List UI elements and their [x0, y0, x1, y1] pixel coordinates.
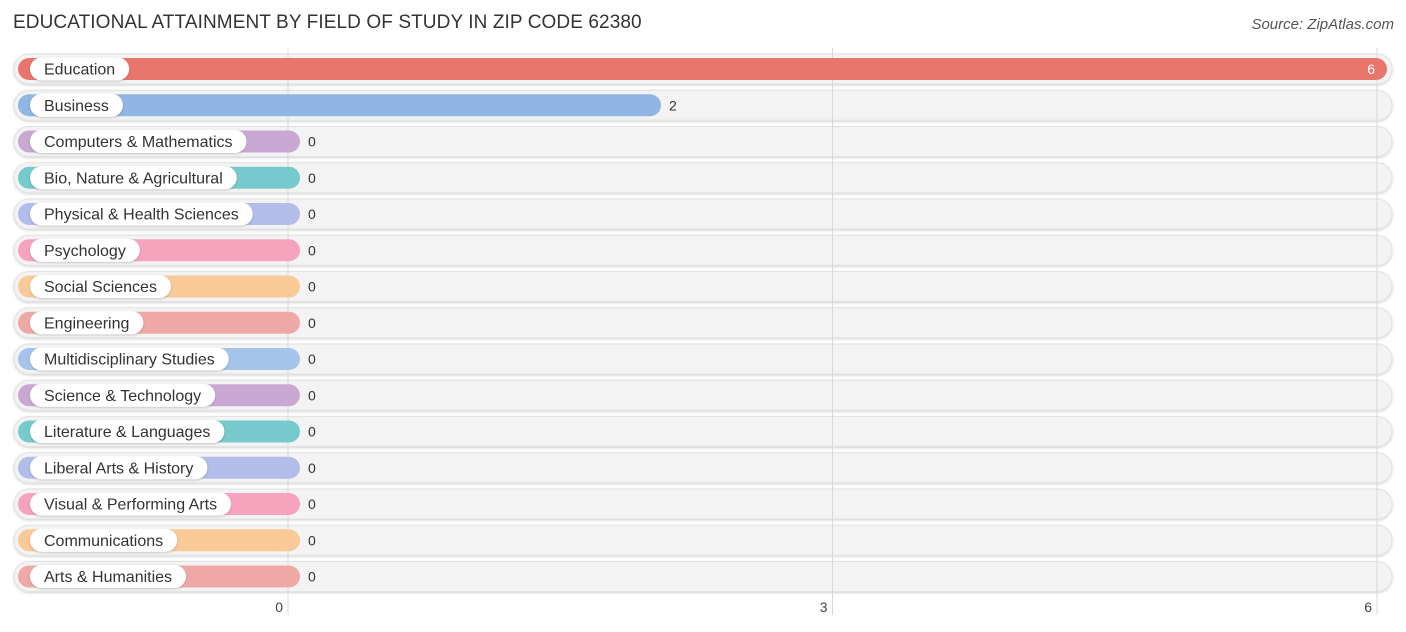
- value-label: 0: [308, 532, 316, 548]
- bar-group: Bio, Nature & Agricultural 0: [18, 166, 316, 190]
- value-label: 0: [308, 279, 316, 295]
- category-label: Business: [44, 98, 109, 115]
- value-label: 0: [308, 460, 316, 476]
- bar-group: Physical & Health Sciences 0: [18, 202, 316, 226]
- category-label: Science & Technology: [44, 388, 201, 405]
- x-tick-label: 0: [275, 599, 283, 615]
- value-label: 0: [308, 206, 316, 222]
- value-label: 2: [669, 97, 677, 113]
- value-label: 0: [308, 170, 316, 186]
- category-label: Education: [44, 62, 115, 79]
- bar-group: Social Sciences 0: [18, 275, 316, 298]
- category-label: Multidisciplinary Studies: [44, 352, 215, 369]
- value-label: 0: [308, 496, 316, 512]
- bar-group: Science & Technology 0: [18, 383, 316, 407]
- value-label: 0: [308, 387, 316, 403]
- category-label: Engineering: [44, 315, 129, 332]
- category-label: Computers & Mathematics: [44, 134, 233, 151]
- category-label: Physical & Health Sciences: [44, 207, 239, 224]
- bar-group: Engineering 0: [18, 311, 316, 335]
- category-label: Psychology: [44, 243, 126, 260]
- value-label: 0: [308, 351, 316, 367]
- bar: [18, 58, 1387, 80]
- bar-group: Communications 0: [18, 528, 316, 552]
- category-label: Communications: [44, 533, 163, 550]
- bar-chart: Education 6 Business 2 Computers & Mathemati…: [13, 48, 1393, 615]
- category-label: Arts & Humanities: [44, 569, 172, 586]
- value-label: 0: [308, 569, 316, 585]
- bar-group: Education 6: [18, 57, 1387, 81]
- value-label: 0: [308, 424, 316, 440]
- x-tick-label: 6: [1364, 599, 1372, 615]
- bar-group: Computers & Mathematics 0: [18, 130, 316, 153]
- bar-group: Liberal Arts & History 0: [18, 456, 316, 480]
- category-label: Visual & Performing Arts: [44, 497, 217, 514]
- x-axis-ticks: 0 3 6: [275, 599, 1372, 615]
- bar-group: Literature & Languages 0: [18, 420, 316, 443]
- bar-group: Psychology 0: [18, 238, 316, 262]
- category-label: Literature & Languages: [44, 424, 210, 441]
- value-label: 0: [308, 315, 316, 331]
- bar-group: Business 2: [18, 93, 677, 117]
- bar-group: Multidisciplinary Studies 0: [18, 347, 316, 371]
- category-label: Bio, Nature & Agricultural: [44, 170, 223, 187]
- value-label: 6: [1367, 61, 1375, 77]
- value-label: 0: [308, 134, 316, 150]
- bar-group: Arts & Humanities 0: [18, 565, 316, 588]
- bar-group: Visual & Performing Arts 0: [18, 492, 316, 516]
- x-tick-label: 3: [820, 599, 828, 615]
- category-label: Social Sciences: [44, 279, 157, 296]
- category-label: Liberal Arts & History: [44, 460, 193, 477]
- value-label: 0: [308, 242, 316, 258]
